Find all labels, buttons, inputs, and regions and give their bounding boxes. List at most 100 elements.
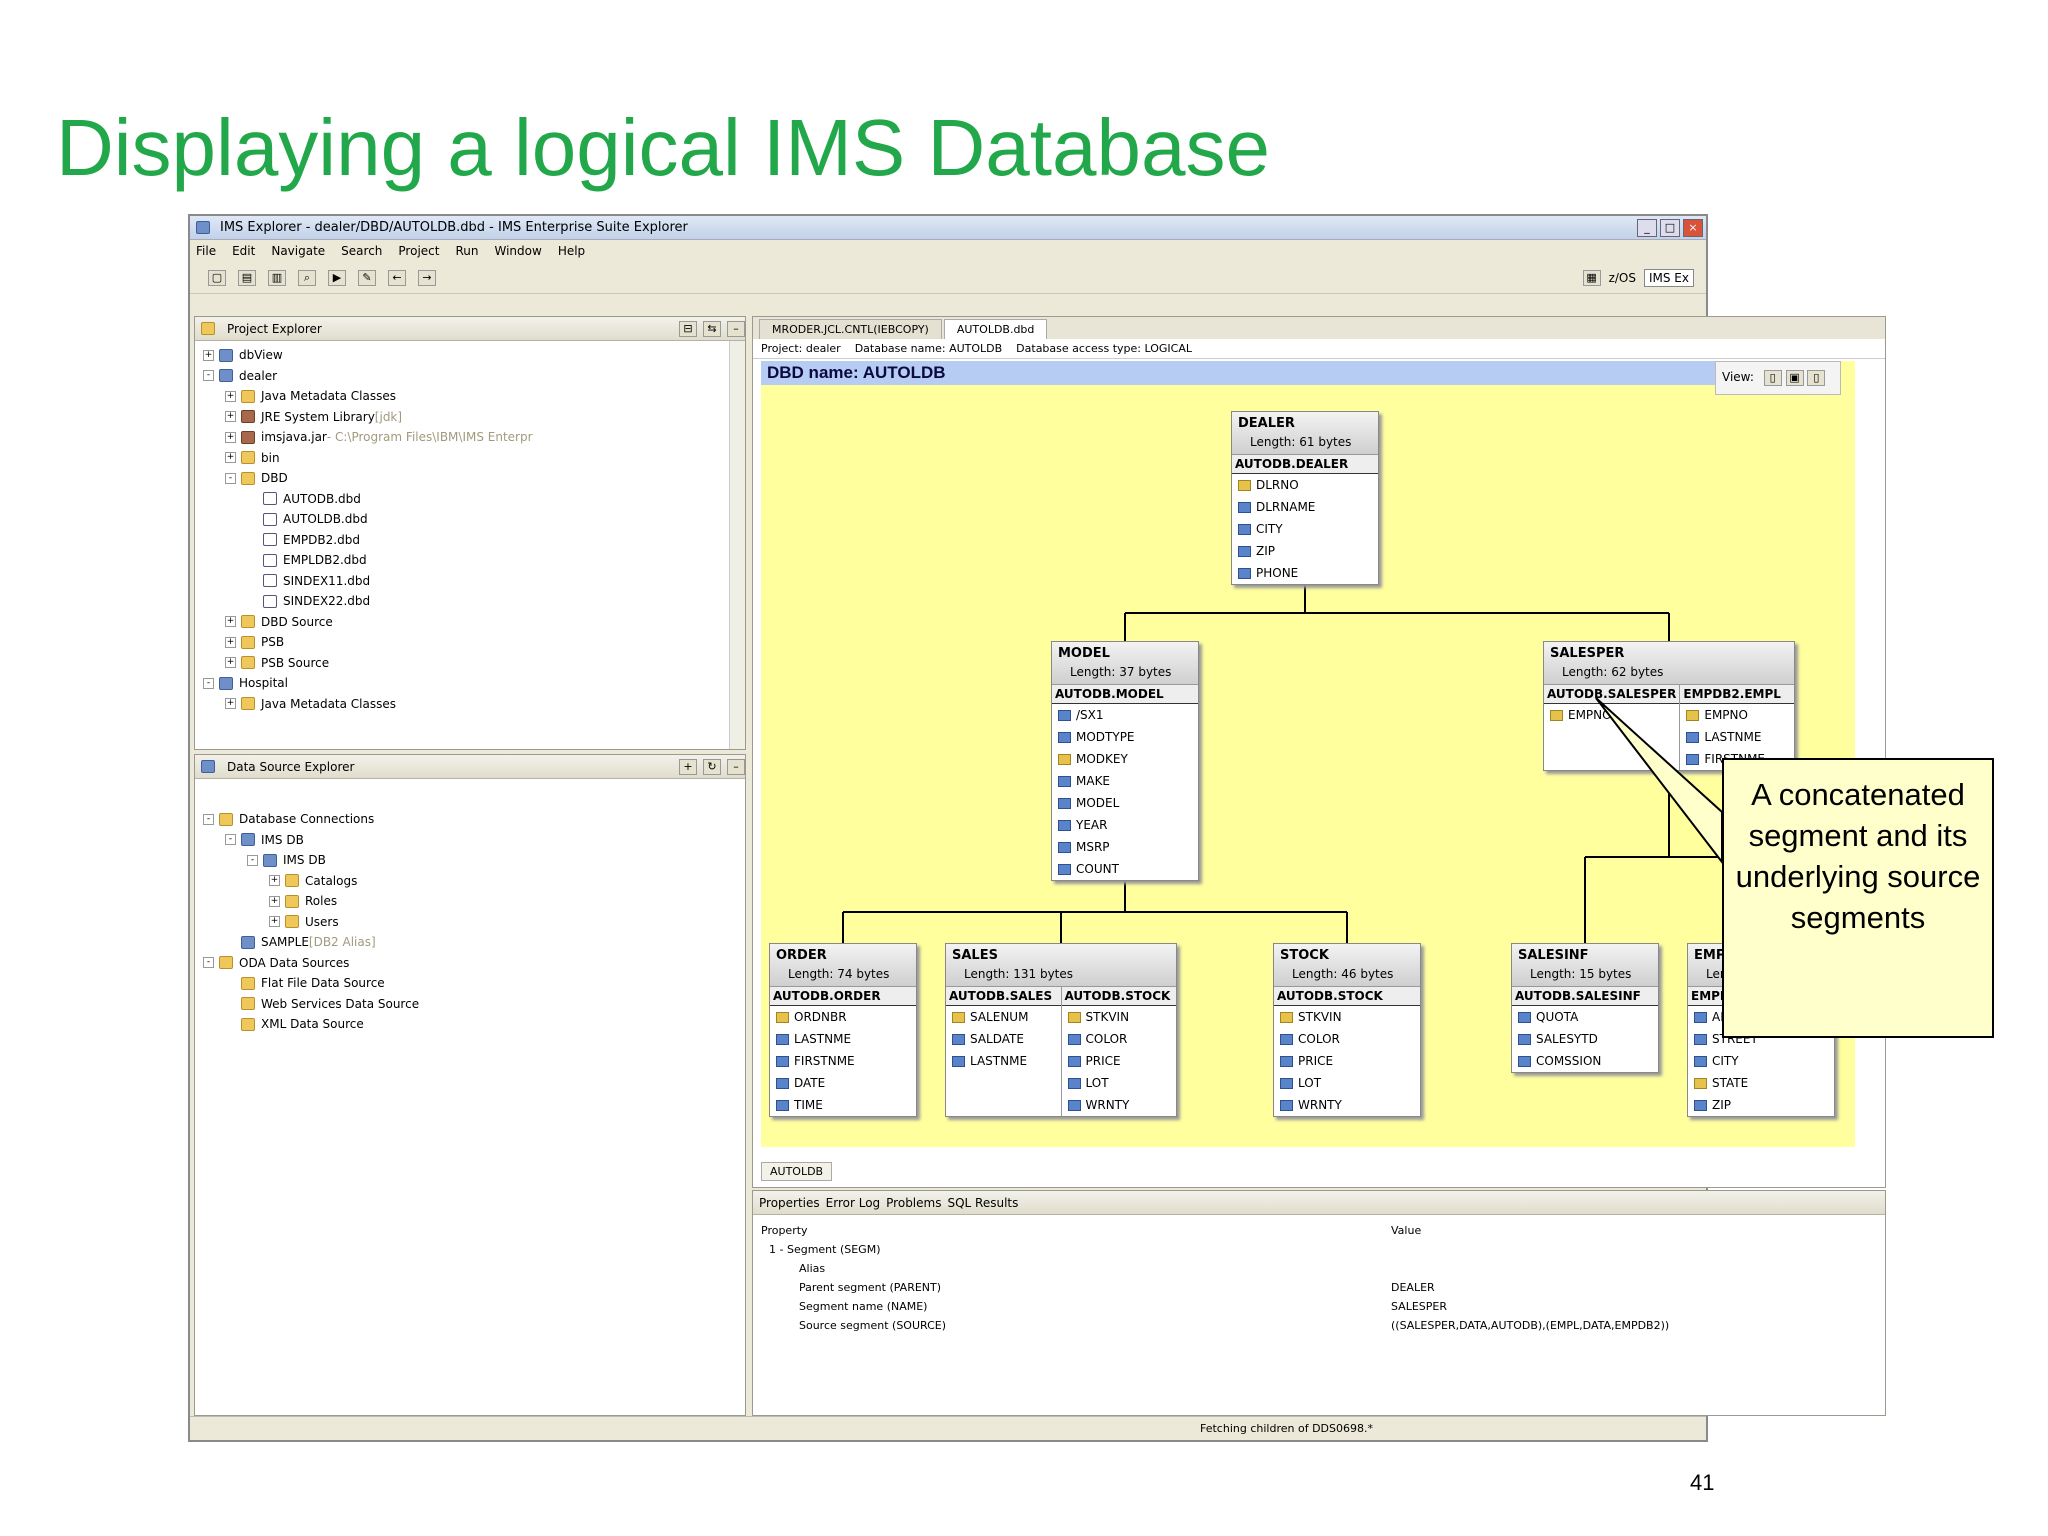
expander-icon[interactable]: + [225,657,236,669]
tree-item[interactable]: - dealer [203,366,745,387]
project-explorer-scrollbar[interactable] [729,341,745,749]
tree-item[interactable]: - IMS DB [203,830,745,851]
menu-run[interactable]: Run [455,244,478,258]
print-icon[interactable]: ▥ [268,269,286,286]
tree-item[interactable]: - IMS DB [203,850,745,871]
segment-model[interactable]: MODEL Length: 37 bytes AUTODB.MODEL/SX1 MOD… [1051,641,1199,881]
save-icon[interactable]: ▤ [238,269,256,286]
field-item[interactable]: STATE [1688,1072,1834,1094]
tree-item[interactable]: XML Data Source [203,1014,745,1035]
perspective-zos[interactable]: z/OS [1609,271,1636,285]
edit-icon[interactable]: ✎ [358,269,376,286]
view-option-2-icon[interactable]: ▣ [1785,370,1804,386]
expander-icon[interactable]: + [269,916,280,928]
expander-icon[interactable]: + [269,895,280,907]
tree-item[interactable]: Flat File Data Source [203,973,745,994]
minimize-view-icon[interactable]: – [727,320,745,337]
field-item[interactable]: /SX1 [1052,704,1198,726]
expander-icon[interactable]: - [203,370,214,382]
maximize-button[interactable]: □ [1660,218,1680,237]
segment-salesinf[interactable]: SALESINF Length: 15 bytes AUTODB.SALESINF Q… [1511,943,1659,1073]
tree-item[interactable]: + Catalogs [203,871,745,892]
expander-icon[interactable]: - [225,472,236,484]
tree-item[interactable]: Web Services Data Source [203,994,745,1015]
refresh-icon[interactable]: ↻ [703,758,721,775]
field-item[interactable]: SALENUM [946,1006,1061,1028]
tree-item[interactable]: + Users [203,912,745,933]
expander-icon[interactable]: + [225,636,236,648]
link-editor-icon[interactable]: ⇆ [703,320,721,337]
field-item[interactable]: ZIP [1688,1094,1834,1116]
expander-icon[interactable]: + [225,452,236,464]
tab-problems[interactable]: Problems [886,1196,941,1210]
forward-icon[interactable]: → [418,269,436,286]
field-item[interactable]: MODTYPE [1052,726,1198,748]
expander-icon[interactable]: + [225,390,236,402]
menu-search[interactable]: Search [341,244,382,258]
field-item[interactable]: MAKE [1052,770,1198,792]
segment-sales[interactable]: SALES Length: 131 bytes AUTODB.SALES SALENU… [945,943,1177,1117]
new-icon[interactable]: ▢ [208,269,226,286]
tree-item[interactable]: + bin [203,448,745,469]
tree-item[interactable]: + JRE System Library [jdk] [203,407,745,428]
expander-icon[interactable]: - [203,677,214,689]
tree-item[interactable]: EMPDB2.dbd [203,530,745,551]
field-item[interactable]: EMPNO [1680,704,1794,726]
tree-item[interactable]: SAMPLE [DB2 Alias] [203,932,745,953]
field-item[interactable]: MODEL [1052,792,1198,814]
tree-item[interactable]: AUTOLDB.dbd [203,509,745,530]
property-row[interactable]: Source segment (SOURCE) ((SALESPER,DATA,A… [761,1316,1877,1335]
field-item[interactable]: LASTNME [1680,726,1794,748]
field-item[interactable]: FIRSTNME [770,1050,916,1072]
close-button[interactable]: × [1683,218,1703,237]
menu-project[interactable]: Project [398,244,439,258]
run-icon[interactable]: ▶ [328,269,346,286]
field-item[interactable]: LOT [1062,1072,1177,1094]
tree-item[interactable]: + imsjava.jar - C:\Program Files\IBM\IMS … [203,427,745,448]
field-item[interactable]: STKVIN [1274,1006,1420,1028]
field-item[interactable]: DLRNAME [1232,496,1378,518]
field-item[interactable]: DATE [770,1072,916,1094]
tree-item[interactable]: + PSB Source [203,653,745,674]
expander-icon[interactable]: + [225,698,236,710]
menu-window[interactable]: Window [494,244,541,258]
expander-icon[interactable]: + [269,875,280,887]
tree-item[interactable]: - Hospital [203,673,745,694]
editor-bottom-tab[interactable]: AUTOLDB [761,1162,833,1181]
field-item[interactable]: SALESYTD [1512,1028,1658,1050]
field-item[interactable]: STKVIN [1062,1006,1177,1028]
segment-salesper[interactable]: SALESPER Length: 62 bytes AUTODB.SALESPER E… [1543,641,1795,771]
field-item[interactable]: YEAR [1052,814,1198,836]
tree-item[interactable]: + dbView [203,345,745,366]
field-item[interactable]: MSRP [1052,836,1198,858]
field-item[interactable]: TIME [770,1094,916,1116]
data-source-explorer-title[interactable]: Data Source Explorer [227,760,354,774]
tree-item[interactable]: + Java Metadata Classes [203,694,745,715]
expander-icon[interactable]: + [225,431,236,443]
segment-order[interactable]: ORDER Length: 74 bytes AUTODB.ORDER ORDNBR L… [769,943,917,1117]
tree-item[interactable]: EMPLDB2.dbd [203,550,745,571]
menu-edit[interactable]: Edit [232,244,255,258]
field-item[interactable]: CITY [1688,1050,1834,1072]
tree-item[interactable]: - ODA Data Sources [203,953,745,974]
field-item[interactable]: LASTNME [770,1028,916,1050]
field-item[interactable]: WRNTY [1274,1094,1420,1116]
tree-item[interactable]: + Java Metadata Classes [203,386,745,407]
expander-icon[interactable]: + [225,411,236,423]
field-item[interactable]: WRNTY [1062,1094,1177,1116]
open-perspective-icon[interactable]: ▦ [1582,269,1601,286]
field-item[interactable]: EMPNO [1544,704,1679,726]
tree-item[interactable]: + PSB [203,632,745,653]
view-option-3-icon[interactable]: ▯ [1807,370,1826,386]
perspective-ims[interactable]: IMS Ex [1643,268,1694,287]
tree-item[interactable]: SINDEX11.dbd [203,571,745,592]
field-item[interactable]: MODKEY [1052,748,1198,770]
field-item[interactable]: ORDNBR [770,1006,916,1028]
segment-stock[interactable]: STOCK Length: 46 bytes AUTODB.STOCK STKVIN C… [1273,943,1421,1117]
back-icon[interactable]: ← [388,269,406,286]
field-item[interactable]: LASTNME [946,1050,1061,1072]
minimize-button[interactable]: _ [1637,218,1657,237]
expander-icon[interactable]: - [203,813,214,825]
tree-item[interactable]: - Database Connections [203,809,745,830]
field-item[interactable]: SALDATE [946,1028,1061,1050]
